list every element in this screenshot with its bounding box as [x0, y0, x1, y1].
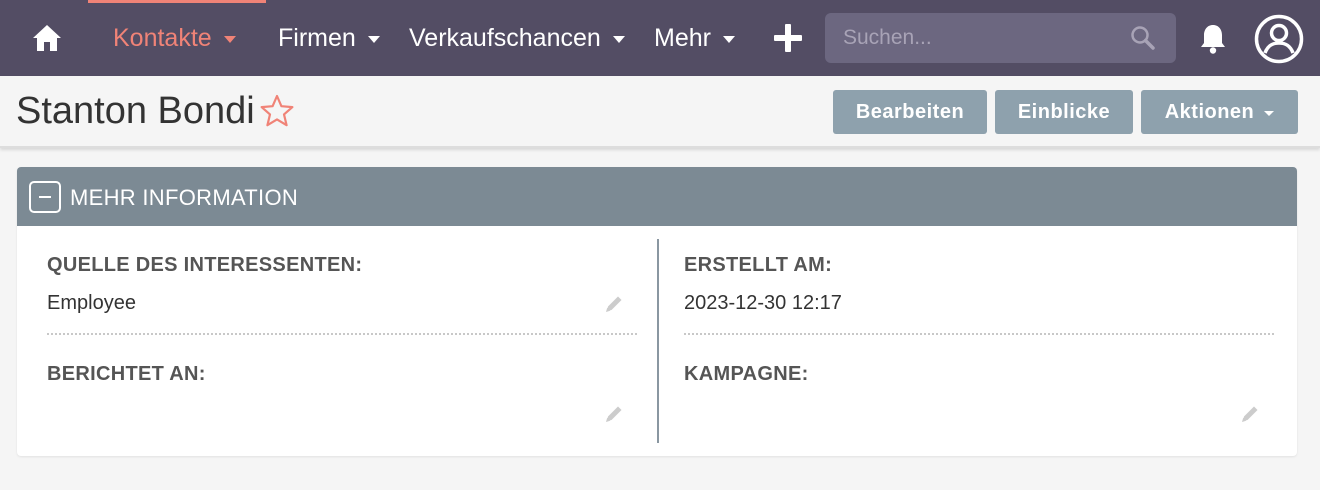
column-divider	[657, 239, 659, 443]
edit-button-label: Bearbeiten	[855, 100, 965, 123]
field-label-lead-source: QUELLE DES INTERESSENTEN:	[47, 254, 363, 276]
field-label-campaign: KAMPAGNE:	[684, 363, 809, 385]
nav-item-label: Firmen	[278, 23, 356, 52]
edit-pencil-icon[interactable]	[603, 293, 625, 315]
panel-title: MEHR INFORMATION	[70, 185, 299, 210]
nav-item-mehr[interactable]: Mehr	[654, 22, 735, 54]
chevron-down-icon	[223, 35, 236, 43]
field-value-lead-source: Employee	[47, 292, 136, 314]
more-information-panel: MEHR INFORMATION QUELLE DES INTERESSENTE…	[17, 167, 1297, 456]
nav-item-verkaufschancen[interactable]: Verkaufschancen	[409, 22, 625, 54]
actions-button[interactable]: Aktionen	[1141, 90, 1298, 134]
nav-item-label: Mehr	[654, 23, 711, 52]
collapse-minus-icon[interactable]	[29, 181, 61, 213]
bell-icon[interactable]	[1196, 22, 1230, 56]
chevron-down-icon	[1264, 110, 1275, 116]
search-box[interactable]	[825, 13, 1176, 63]
nav-item-kontakte[interactable]: Kontakte	[113, 22, 236, 54]
actions-button-label: Aktionen	[1164, 100, 1255, 123]
nav-item-firmen[interactable]: Firmen	[278, 22, 380, 54]
favorite-star-icon[interactable]	[259, 93, 295, 129]
user-avatar-icon[interactable]	[1254, 14, 1304, 64]
chevron-down-icon	[722, 35, 735, 43]
panel-header[interactable]: MEHR INFORMATION	[17, 167, 1297, 226]
field-label-reports-to: BERICHTET AN:	[47, 363, 206, 385]
field-label-date-created: ERSTELLT AM:	[684, 254, 833, 276]
edit-pencil-icon[interactable]	[1239, 403, 1261, 425]
page-title: Stanton Bondi	[16, 90, 255, 132]
chevron-down-icon	[612, 35, 625, 43]
quick-create-plus-icon[interactable]	[772, 22, 804, 54]
top-navbar: Kontakte Firmen Verkaufschancen Mehr	[0, 0, 1320, 76]
chevron-down-icon	[367, 35, 380, 43]
search-icon[interactable]	[1130, 25, 1156, 51]
nav-item-label: Kontakte	[113, 23, 212, 52]
insights-button[interactable]: Einblicke	[995, 90, 1133, 134]
search-input[interactable]	[843, 26, 1113, 50]
active-tab-indicator	[88, 0, 266, 3]
record-header: Stanton Bondi Bearbeiten Einblicke Aktio…	[0, 76, 1320, 148]
field-value-date-created: 2023-12-30 12:17	[684, 292, 842, 314]
nav-item-label: Verkaufschancen	[409, 23, 601, 52]
field-separator	[684, 333, 1274, 335]
home-icon[interactable]	[30, 22, 64, 54]
insights-button-label: Einblicke	[1017, 100, 1111, 123]
field-separator	[47, 333, 637, 335]
edit-pencil-icon[interactable]	[603, 403, 625, 425]
edit-button[interactable]: Bearbeiten	[833, 90, 987, 134]
